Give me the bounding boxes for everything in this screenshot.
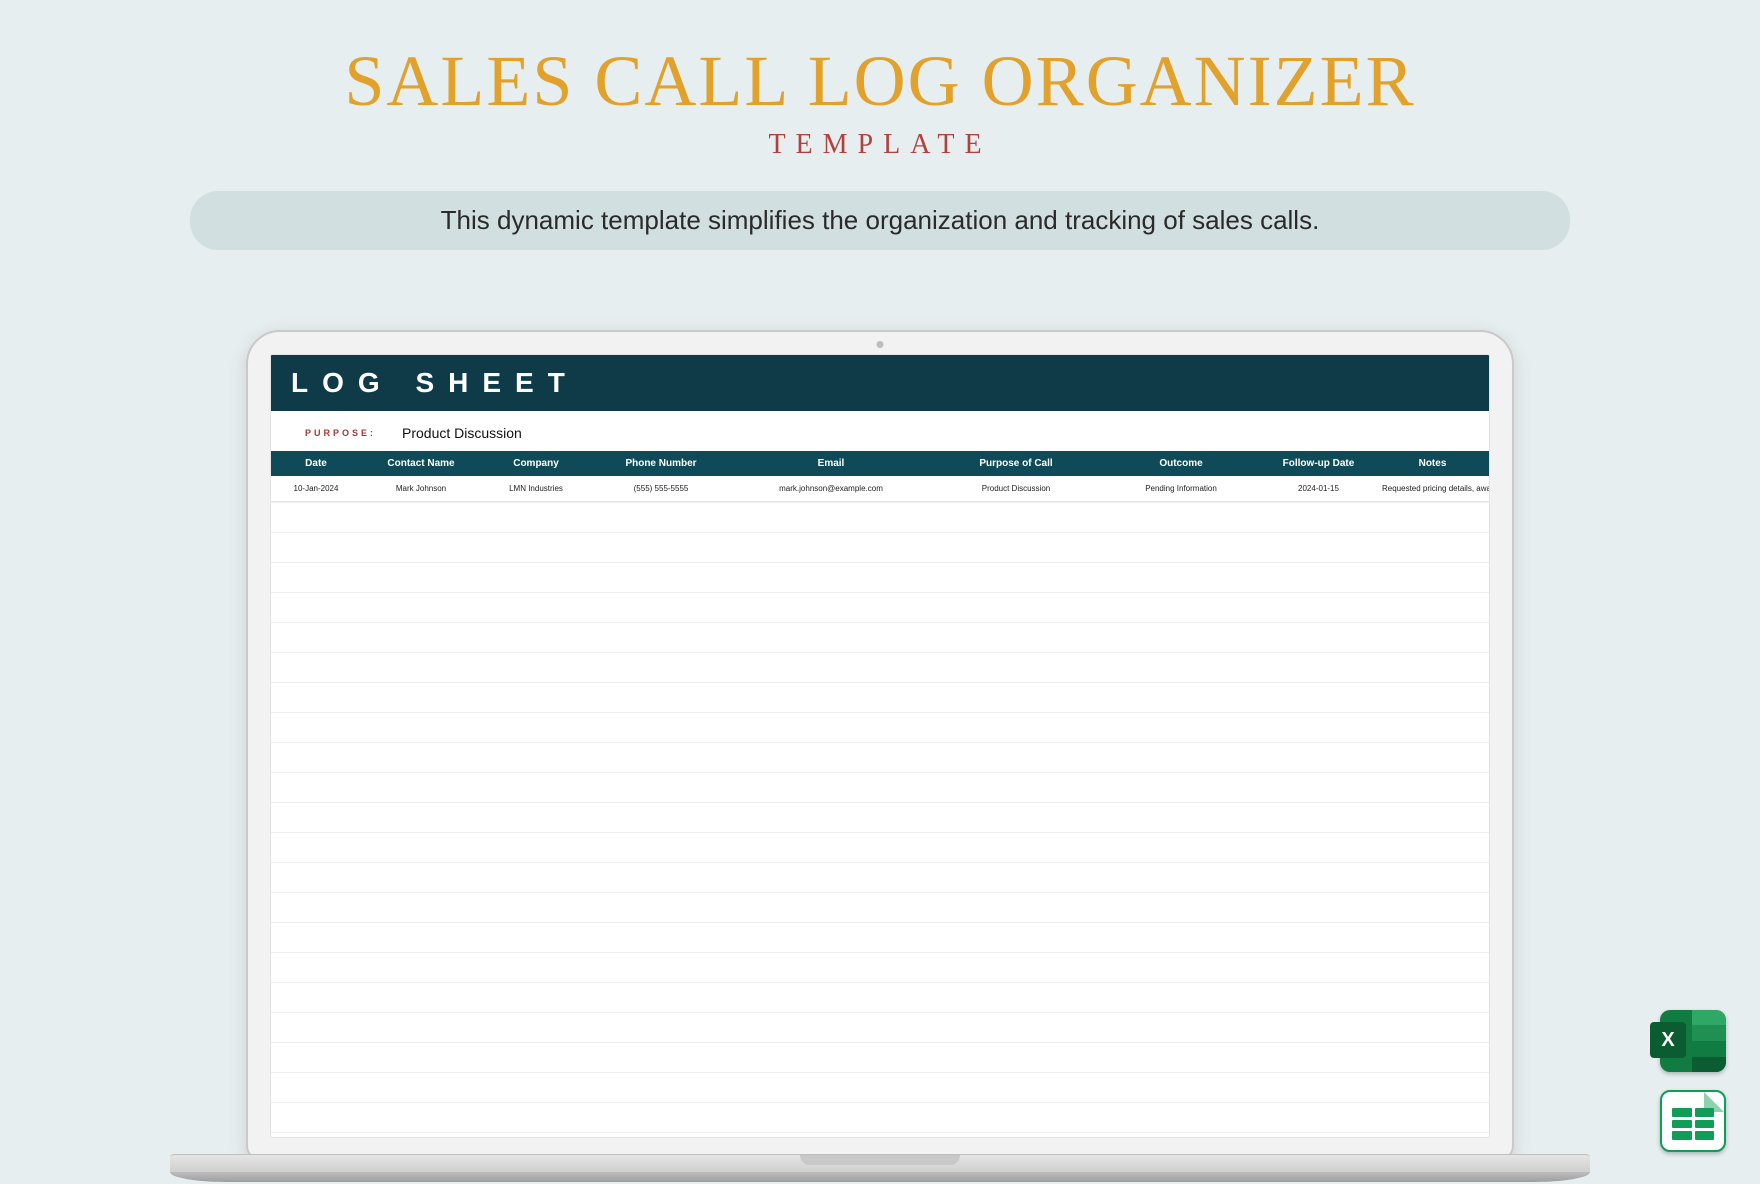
file-format-icons: X <box>1660 1010 1726 1152</box>
google-sheets-icon[interactable] <box>1660 1090 1726 1152</box>
laptop-base <box>170 1154 1590 1184</box>
col-date: Date <box>271 451 361 476</box>
table-row: 10-Jan-2024 Mark Johnson LMN Industries … <box>271 476 1489 502</box>
purpose-label: PURPOSE: <box>305 428 376 438</box>
col-followup: Follow-up Date <box>1261 451 1376 476</box>
page-title: SALES CALL LOG ORGANIZER <box>0 40 1760 123</box>
cell-outcome: Pending Information <box>1101 476 1261 501</box>
col-email: Email <box>731 451 931 476</box>
excel-icon[interactable]: X <box>1660 1010 1726 1072</box>
purpose-row: PURPOSE: Product Discussion <box>271 411 1489 451</box>
cell-phone: (555) 555-5555 <box>591 476 731 501</box>
purpose-value: Product Discussion <box>402 425 522 441</box>
excel-letter: X <box>1650 1022 1686 1058</box>
empty-gridlines <box>271 502 1489 1137</box>
sheet-title-bar: LOG SHEET <box>271 355 1489 411</box>
col-purpose: Purpose of Call <box>931 451 1101 476</box>
cell-contact: Mark Johnson <box>361 476 481 501</box>
col-contact: Contact Name <box>361 451 481 476</box>
page-subtitle: TEMPLATE <box>0 129 1760 161</box>
cell-notes: Requested pricing details, awaiting resp… <box>1376 476 1489 501</box>
laptop-screen: LOG SHEET PURPOSE: Product Discussion Da… <box>246 330 1514 1160</box>
trackpad-notch-icon <box>800 1155 960 1165</box>
cell-date: 10-Jan-2024 <box>271 476 361 501</box>
description-pill: This dynamic template simplifies the org… <box>190 191 1570 250</box>
col-company: Company <box>481 451 591 476</box>
cell-followup: 2024-01-15 <box>1261 476 1376 501</box>
col-notes: Notes <box>1376 451 1489 476</box>
spreadsheet-viewport: LOG SHEET PURPOSE: Product Discussion Da… <box>270 354 1490 1138</box>
col-phone: Phone Number <box>591 451 731 476</box>
column-header-row: Date Contact Name Company Phone Number E… <box>271 451 1489 476</box>
laptop-mockup: LOG SHEET PURPOSE: Product Discussion Da… <box>246 330 1514 1184</box>
camera-dot-icon <box>877 341 884 348</box>
cell-email: mark.johnson@example.com <box>731 476 931 501</box>
cell-company: LMN Industries <box>481 476 591 501</box>
col-outcome: Outcome <box>1101 451 1261 476</box>
cell-purpose: Product Discussion <box>931 476 1101 501</box>
